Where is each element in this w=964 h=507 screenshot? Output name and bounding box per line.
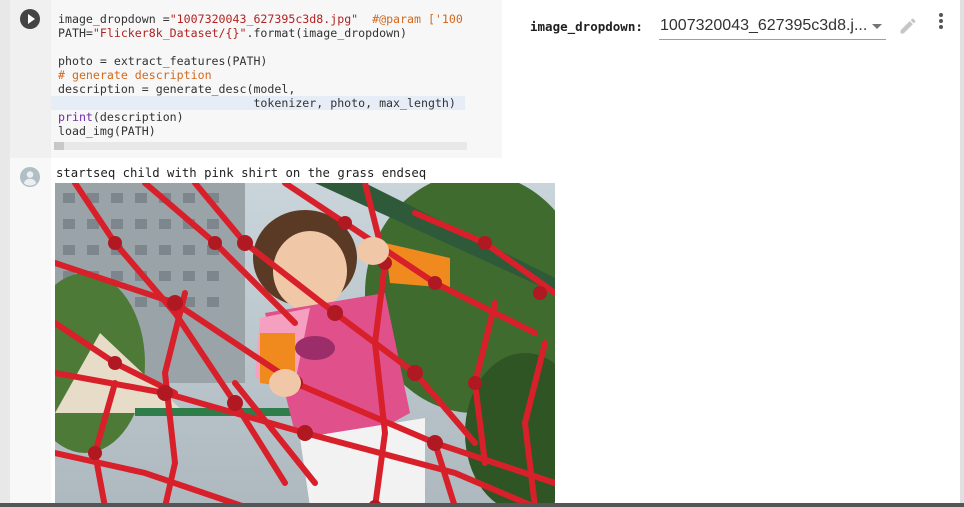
dropdown-selected-value: 1007320043_627395c3d8.j...: [660, 17, 868, 34]
code-line-1-string: "1007320043_627395c3d8.jpg": [169, 12, 359, 26]
code-line-8-rest: (description): [92, 110, 184, 124]
person-icon[interactable]: [20, 167, 40, 187]
more-vert-icon[interactable]: [934, 12, 948, 30]
code-line-1-comment: #@param ['100: [358, 12, 463, 26]
output-image: [55, 183, 555, 507]
form-param-label: image_dropdown:: [530, 19, 643, 34]
pencil-icon[interactable]: [898, 16, 918, 36]
child-hand-left: [269, 369, 301, 397]
child-hand-right: [357, 237, 389, 265]
scrollbar-thumb[interactable]: [54, 142, 64, 150]
dropdown-arrow-icon: [872, 24, 882, 29]
code-editor-text[interactable]: image_dropdown ="1007320043_627395c3d8.j…: [51, 0, 502, 158]
code-line-6: description = generate_desc(model,: [58, 82, 296, 96]
run-cell-button[interactable]: [20, 9, 40, 29]
code-line-7: tokenizer, photo, max_length): [58, 96, 456, 110]
right-scroll-edge: [960, 0, 964, 507]
code-line-8-print: print: [58, 110, 93, 124]
image-dropdown-select[interactable]: 1007320043_627395c3d8.j...: [659, 13, 886, 40]
code-line-1-var: image_dropdown =: [58, 12, 170, 26]
horizontal-scrollbar[interactable]: [54, 142, 467, 150]
left-gutter: [0, 0, 10, 507]
code-line-2-string: "Flicker8k_Dataset/{}": [92, 26, 247, 40]
output-text: startseq child with pink shirt on the gr…: [56, 166, 427, 180]
code-line-5: # generate description: [58, 68, 212, 82]
output-gutter: [10, 158, 51, 507]
code-line-2-rest: .format(image_dropdown): [246, 26, 408, 40]
bottom-bar: [0, 503, 964, 507]
code-line-2-var: PATH=: [58, 26, 93, 40]
code-line-9: load_img(PATH): [58, 124, 156, 138]
code-line-4: photo = extract_features(PATH): [58, 54, 268, 68]
